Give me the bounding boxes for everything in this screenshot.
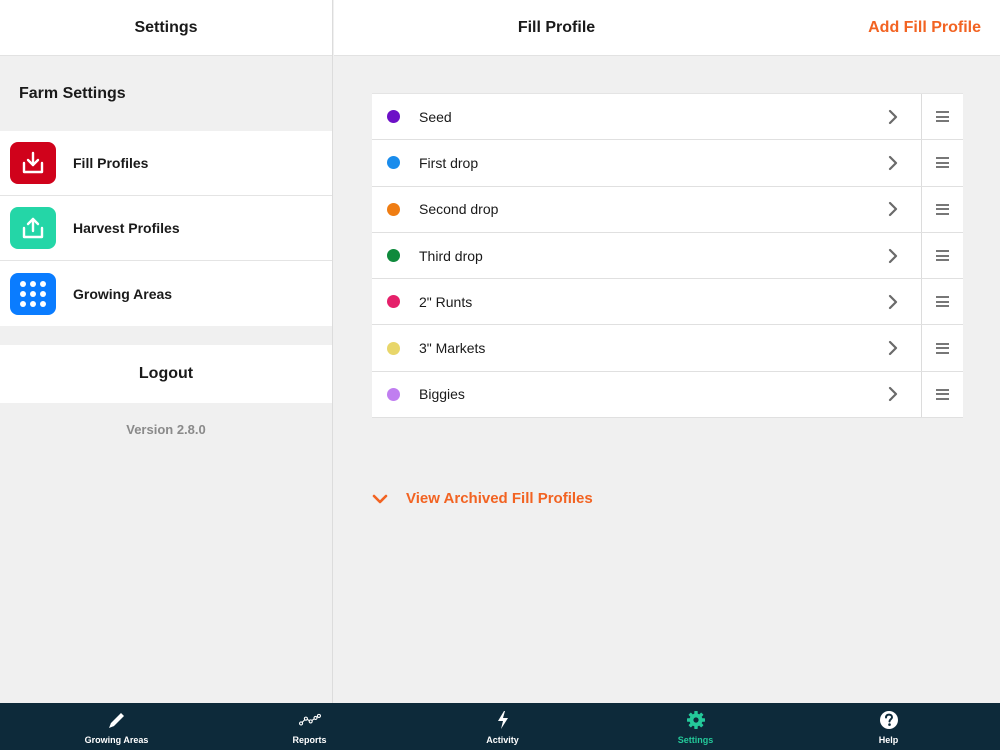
reorder-icon [936, 340, 949, 356]
list-item: Biggies [372, 371, 963, 419]
list-item: Second drop [372, 186, 963, 233]
reorder-icon [936, 109, 949, 125]
page-title: Fill Profile [517, 19, 596, 36]
sidebar-header: Settings [0, 0, 332, 56]
add-fill-profile-button[interactable]: Add Fill Profile [868, 0, 981, 56]
profile-row-biggies[interactable]: Biggies [372, 372, 921, 417]
sidebar-item-label: Fill Profiles [73, 155, 149, 171]
reorder-icon [936, 248, 949, 264]
list-item: Seed [372, 94, 963, 141]
profile-row-third-drop[interactable]: Third drop [372, 233, 921, 278]
profile-row-first-drop[interactable]: First drop [372, 140, 921, 185]
view-archived-label: View Archived Fill Profiles [406, 490, 593, 507]
version-text: Version 2.8.0 [126, 422, 206, 437]
profile-label: 2" Runts [419, 293, 473, 310]
profile-row-second-drop[interactable]: Second drop [372, 187, 921, 232]
list-item: 3" Markets [372, 325, 963, 372]
sidebar-item-fill-profiles[interactable]: Fill Profiles [0, 131, 332, 196]
tab-bar: Growing Areas Reports Activity Settings … [0, 703, 1000, 750]
profile-row-3in-markets[interactable]: 3" Markets [372, 325, 921, 370]
profile-row-2in-runts[interactable]: 2" Runts [372, 279, 921, 324]
main-header: Fill Profile Add Fill Profile [334, 0, 1000, 56]
chevron-down-icon [372, 494, 388, 503]
sidebar-item-harvest-profiles[interactable]: Harvest Profiles [0, 196, 332, 261]
drag-handle[interactable] [921, 140, 963, 186]
gear-icon [685, 710, 707, 730]
sidebar-title: Settings [134, 18, 198, 36]
reorder-icon [936, 155, 949, 171]
sidebar-item-growing-areas[interactable]: Growing Areas [0, 261, 332, 326]
tab-label: Settings [677, 735, 714, 745]
logout-button[interactable]: Logout [0, 345, 332, 403]
tab-activity[interactable]: Activity [406, 703, 599, 750]
drag-handle[interactable] [921, 186, 963, 232]
tab-label: Reports [292, 735, 327, 745]
chevron-right-icon [888, 387, 898, 402]
color-dot [387, 249, 400, 263]
chevron-right-icon [888, 248, 898, 263]
tab-label: Growing Areas [84, 735, 149, 745]
drag-handle[interactable] [921, 325, 963, 371]
sidebar-item-label: Harvest Profiles [73, 220, 180, 236]
reorder-icon [936, 294, 949, 310]
tab-settings[interactable]: Settings [599, 703, 792, 750]
drag-handle[interactable] [921, 232, 963, 279]
drag-handle[interactable] [921, 371, 963, 418]
color-dot [387, 341, 400, 355]
chevron-right-icon [888, 202, 898, 217]
drag-handle[interactable] [921, 279, 963, 325]
line-graph-icon [298, 710, 321, 730]
chevron-right-icon [888, 155, 898, 171]
color-dot [387, 295, 400, 309]
profile-label: Third drop [419, 247, 483, 264]
sidebar-item-label: Growing Areas [73, 285, 173, 302]
pencil-icon [106, 710, 128, 730]
fill-profile-list: Seed First drop Second drop Third drop 2… [372, 93, 963, 419]
color-dot [387, 387, 400, 401]
color-dot [387, 202, 400, 216]
profile-row-seed[interactable]: Seed [372, 94, 921, 139]
logout-label: Logout [138, 365, 194, 382]
list-item: Third drop [372, 232, 963, 280]
upload-tray-icon [10, 207, 56, 249]
profile-label: Second drop [419, 201, 499, 218]
view-archived-button[interactable]: View Archived Fill Profiles [372, 490, 593, 507]
profile-label: Biggies [419, 386, 465, 403]
reorder-icon [936, 386, 949, 402]
list-item: 2" Runts [372, 279, 963, 326]
profile-label: 3" Markets [419, 340, 486, 357]
tab-label: Help [878, 735, 899, 745]
list-item: First drop [372, 140, 963, 187]
reorder-icon [936, 201, 949, 217]
drag-handle[interactable] [921, 94, 963, 140]
grid-dots-icon [10, 272, 56, 315]
profile-label: First drop [419, 154, 479, 171]
chevron-right-icon [888, 109, 898, 124]
help-icon [878, 710, 900, 730]
tab-help[interactable]: Help [792, 703, 985, 750]
color-dot [387, 110, 400, 124]
download-tray-icon [10, 142, 56, 184]
color-dot [387, 156, 400, 170]
tab-label: Activity [486, 735, 519, 745]
settings-sidebar: Settings Farm Settings Fill Profiles Har… [0, 0, 333, 703]
lightning-icon [492, 710, 514, 730]
fill-profile-panel: Fill Profile Add Fill Profile Seed First… [334, 0, 1000, 703]
profile-label: Seed [419, 108, 452, 125]
chevron-right-icon [888, 294, 898, 309]
chevron-right-icon [888, 341, 898, 356]
tab-reports[interactable]: Reports [213, 703, 406, 750]
farm-settings-heading: Farm Settings [19, 84, 126, 102]
tab-growing-areas[interactable]: Growing Areas [20, 703, 213, 750]
settings-menu: Fill Profiles Harvest Profiles Growing A… [0, 131, 332, 326]
